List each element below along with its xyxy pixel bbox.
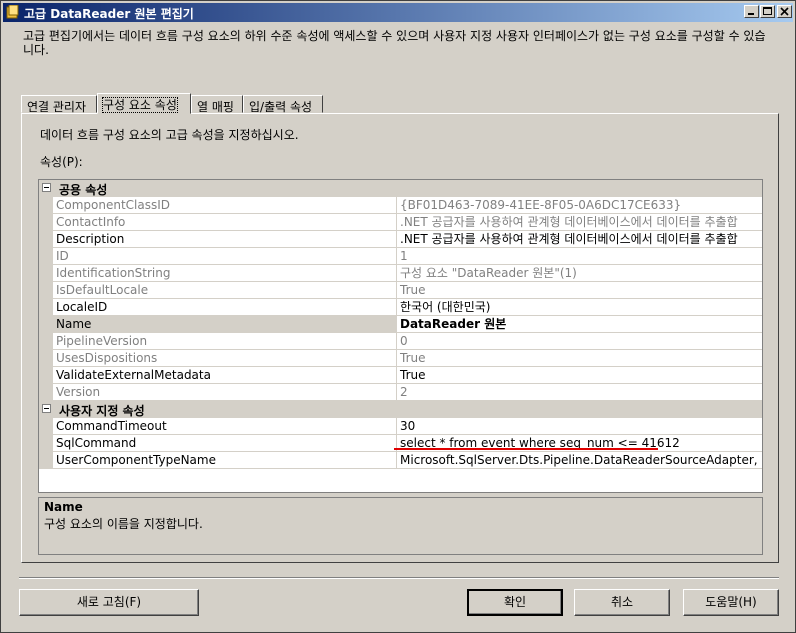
app-icon [6, 5, 19, 19]
property-row-description[interactable]: Description .NET 공급자를 사용하여 관계형 데이터베이스에서 데… [39, 231, 762, 248]
property-row-usercomponenttypename[interactable]: UserComponentTypeName Microsoft.SqlServer… [39, 452, 762, 469]
property-row-componentclassid[interactable]: ComponentClassID {BF01D463-7089-41EE-8F05… [39, 197, 762, 214]
separator-highlight [19, 578, 779, 579]
property-row-version[interactable]: Version 2 [39, 384, 762, 401]
window-title: 고급 DataReader 원본 편집기 [24, 7, 194, 21]
properties-label: 속성(P): [40, 155, 83, 169]
category-custom[interactable]: 사용자 지정 속성 [39, 401, 762, 418]
collapse-icon[interactable] [42, 404, 51, 413]
maximize-button[interactable] [760, 5, 775, 18]
cancel-button[interactable]: 취소 [574, 589, 670, 616]
close-button[interactable] [777, 5, 792, 18]
property-row-pipelineversion[interactable]: PipelineVersion 0 [39, 333, 762, 350]
property-row-name[interactable]: Name DataReader 원본 [39, 316, 762, 333]
minimize-icon [748, 13, 754, 15]
panel-instruction: 데이터 흐름 구성 요소의 고급 속성을 지정하십시오. [40, 128, 299, 142]
sql-highlight-underline [394, 448, 658, 450]
property-row-validateexternalmetadata[interactable]: ValidateExternalMetadata True [39, 367, 762, 384]
property-grid[interactable]: 공용 속성 ComponentClassID {BF01D463-7089-41E… [38, 179, 763, 493]
close-icon [780, 7, 789, 16]
property-row-identificationstring[interactable]: IdentificationString 구성 요소 "DataReader 원본… [39, 265, 762, 282]
property-row-id[interactable]: ID 1 [39, 248, 762, 265]
ok-button[interactable]: 확인 [467, 589, 563, 616]
refresh-button[interactable]: 새로 고침(F) [19, 589, 199, 616]
tab-connection-manager[interactable]: 연결 관리자 [21, 95, 97, 114]
tab-component-properties[interactable]: 구성 요소 속성 [97, 93, 191, 114]
tab-input-output-properties[interactable]: 입/출력 속성 [243, 95, 323, 114]
property-help-box: Name 구성 요소의 이름을 지정합니다. [38, 497, 763, 555]
help-title: Name [44, 500, 83, 514]
title-bar[interactable]: 고급 DataReader 원본 편집기 [3, 3, 793, 22]
property-row-localeid[interactable]: LocaleID 한국어 (대한민국) [39, 299, 762, 316]
minimize-button[interactable] [744, 5, 759, 18]
collapse-icon[interactable] [42, 183, 51, 192]
property-row-isdefaultlocale[interactable]: IsDefaultLocale True [39, 282, 762, 299]
tab-column-mappings[interactable]: 열 매핑 [191, 95, 243, 114]
property-row-usesdispositions[interactable]: UsesDispositions True [39, 350, 762, 367]
help-button[interactable]: 도움말(H) [683, 589, 779, 616]
help-text: 구성 요소의 이름을 지정합니다. [44, 517, 203, 531]
property-row-contactinfo[interactable]: ContactInfo .NET 공급자를 사용하여 관계형 데이터베이스에서 데… [39, 214, 762, 231]
advanced-editor-window: 고급 DataReader 원본 편집기 고급 편집기에서는 데이터 흐름 구성… [0, 0, 796, 633]
category-common[interactable]: 공용 속성 [39, 180, 762, 197]
maximize-icon [763, 7, 772, 15]
property-row-commandtimeout[interactable]: CommandTimeout 30 [39, 418, 762, 435]
editor-description: 고급 편집기에서는 데이터 흐름 구성 요소의 하위 수준 속성에 액세스할 수… [23, 29, 766, 57]
